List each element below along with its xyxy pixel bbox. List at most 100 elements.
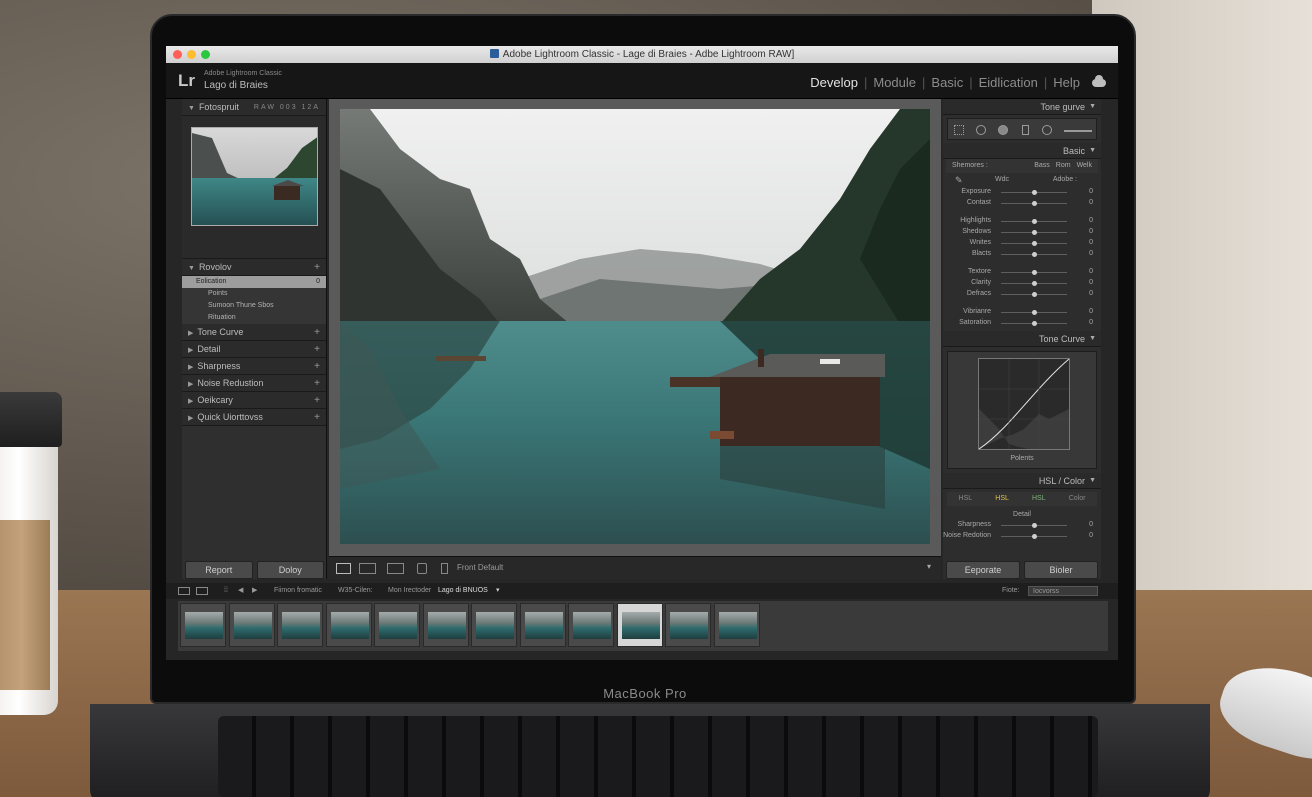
preset-item[interactable]: Eolication 0 [182, 276, 326, 288]
slider-knob[interactable] [1031, 252, 1037, 257]
slider-knob[interactable] [1031, 321, 1037, 326]
slider-knob[interactable] [1031, 281, 1037, 286]
preset-item[interactable]: Points [182, 288, 326, 300]
tone-curve-header[interactable]: Tone Curve ▼ [943, 331, 1101, 347]
slider-value[interactable]: 0 [1089, 228, 1093, 235]
filmstrip-source[interactable]: Fiimon fromatic [274, 583, 322, 599]
slider-value[interactable]: 0 [1089, 250, 1093, 257]
navigator-preview[interactable] [191, 127, 318, 226]
slider-knob[interactable] [1031, 219, 1037, 224]
slider-value[interactable]: 0 [1089, 268, 1093, 275]
module-eidlication[interactable]: Eidlication [973, 75, 1044, 90]
slider-value[interactable]: 0 [1089, 239, 1093, 246]
main-photo[interactable] [340, 109, 930, 544]
hsl-header[interactable]: HSL / Color ▼ [943, 473, 1101, 489]
profile-tab[interactable]: Shemores : [952, 159, 988, 173]
filmstrip-thumbnail[interactable] [616, 603, 663, 647]
tab-hsl-active[interactable]: HSL [995, 492, 1009, 506]
filmstrip-thumbnail[interactable] [374, 603, 420, 647]
slider-knob[interactable] [1031, 534, 1037, 539]
add-icon[interactable]: + [314, 358, 320, 375]
slider-track[interactable] [1001, 201, 1067, 206]
slider-value[interactable]: 0 [1089, 319, 1093, 326]
slider-track[interactable] [1001, 270, 1067, 275]
filmstrip-path-name[interactable]: Lago di BNUOS [438, 583, 488, 599]
slider-track[interactable] [1001, 219, 1067, 224]
slider-knob[interactable] [1031, 230, 1037, 235]
module-basic[interactable]: Basic [925, 75, 969, 90]
grid-view-icon[interactable] [178, 587, 190, 595]
tab-welk[interactable]: Welk [1077, 159, 1092, 173]
module-develop[interactable]: Develop [804, 75, 864, 90]
add-icon[interactable]: + [314, 341, 320, 358]
slider-value[interactable]: 0 [1089, 532, 1093, 539]
soft-proof-icon[interactable] [417, 563, 427, 574]
tab-hsl[interactable]: HSL [1032, 492, 1046, 506]
slider-track[interactable] [1001, 190, 1067, 195]
bioler-button[interactable]: Bioler [1024, 561, 1098, 579]
brush-tool-icon[interactable] [1064, 130, 1092, 132]
doloy-button[interactable]: Doloy [256, 561, 324, 579]
slider-track[interactable] [1001, 321, 1067, 326]
forward-arrow-icon[interactable]: ▶ [252, 583, 257, 599]
slider-track[interactable] [1001, 230, 1067, 235]
section-quick[interactable]: ▶ Quick Uiorttovss + [182, 409, 326, 426]
slider-value[interactable]: 0 [1089, 308, 1093, 315]
add-preset-icon[interactable]: + [314, 259, 320, 276]
slider-value[interactable]: 0 [1089, 199, 1093, 206]
histogram-header[interactable]: Tone gurve ▼ [943, 99, 1101, 115]
slider-track[interactable] [1001, 241, 1067, 246]
section-noise-reduction[interactable]: ▶ Noise Redustion + [182, 375, 326, 392]
tab-rom[interactable]: Rom [1056, 159, 1071, 173]
radial-filter-icon[interactable] [1042, 125, 1052, 135]
slider-value[interactable]: 0 [1089, 217, 1093, 224]
filmstrip-thumbnail[interactable] [180, 603, 226, 647]
graduated-filter-icon[interactable] [1022, 125, 1029, 135]
spot-removal-icon[interactable] [976, 125, 986, 135]
toolbar-menu-chevron-icon[interactable]: ▾ [927, 562, 931, 571]
slider-track[interactable] [1001, 523, 1067, 528]
preset-item[interactable]: Rituation [182, 312, 326, 324]
checkbox-icon[interactable] [441, 563, 448, 574]
filter-select[interactable]: Iocvorss [1028, 586, 1098, 596]
wb-select[interactable]: Adobe : [1053, 176, 1077, 183]
slider-value[interactable]: 0 [1089, 521, 1093, 528]
slider-value[interactable]: 0 [1089, 279, 1093, 286]
module-help[interactable]: Help [1047, 75, 1086, 90]
path-dropdown-icon[interactable]: ▾ [496, 583, 500, 599]
slider-knob[interactable] [1031, 201, 1037, 206]
filmstrip-thumbnail[interactable] [228, 603, 275, 647]
filmstrip-thumbnail[interactable] [325, 603, 372, 647]
filmstrip-thumbnail[interactable] [568, 603, 614, 647]
slider-knob[interactable] [1031, 310, 1037, 315]
slider-knob[interactable] [1031, 270, 1037, 275]
filmstrip-thumbnail[interactable] [519, 603, 566, 647]
slider-value[interactable]: 0 [1089, 188, 1093, 195]
slider-knob[interactable] [1031, 190, 1037, 195]
filmstrip-thumbnail[interactable] [665, 603, 711, 647]
eeporate-button[interactable]: Eeporate [946, 561, 1020, 579]
slider-track[interactable] [1001, 534, 1067, 539]
basic-header[interactable]: Basic ▼ [943, 143, 1101, 159]
section-oeikcary[interactable]: ▶ Oeikcary + [182, 392, 326, 409]
red-eye-icon[interactable] [998, 125, 1008, 135]
slider-track[interactable] [1001, 281, 1067, 286]
cloud-sync-icon[interactable] [1092, 74, 1106, 87]
add-icon[interactable]: + [314, 409, 320, 426]
eyedropper-icon[interactable]: ✎ [955, 175, 963, 186]
navigator-header[interactable]: ▼ Fotospruit RAW 003 12A [182, 99, 326, 116]
slider-track[interactable] [1001, 310, 1067, 315]
zoom-window-button[interactable] [201, 50, 210, 59]
filmstrip-thumbnail[interactable] [713, 603, 760, 647]
crop-tool-icon[interactable] [954, 125, 964, 135]
grid-dots-icon[interactable]: ⁞⁞ [224, 583, 228, 599]
compare-view-icon[interactable] [387, 563, 404, 574]
tone-curve-graph[interactable] [978, 358, 1070, 450]
presets-header[interactable]: ▼ Rovolov + [182, 259, 326, 276]
second-window-icon[interactable] [196, 587, 208, 595]
close-window-button[interactable] [173, 50, 182, 59]
slider-knob[interactable] [1031, 292, 1037, 297]
filmstrip-thumbnail[interactable] [471, 603, 517, 647]
filmstrip-thumbnail[interactable] [422, 603, 469, 647]
report-button[interactable]: Report [185, 561, 253, 579]
